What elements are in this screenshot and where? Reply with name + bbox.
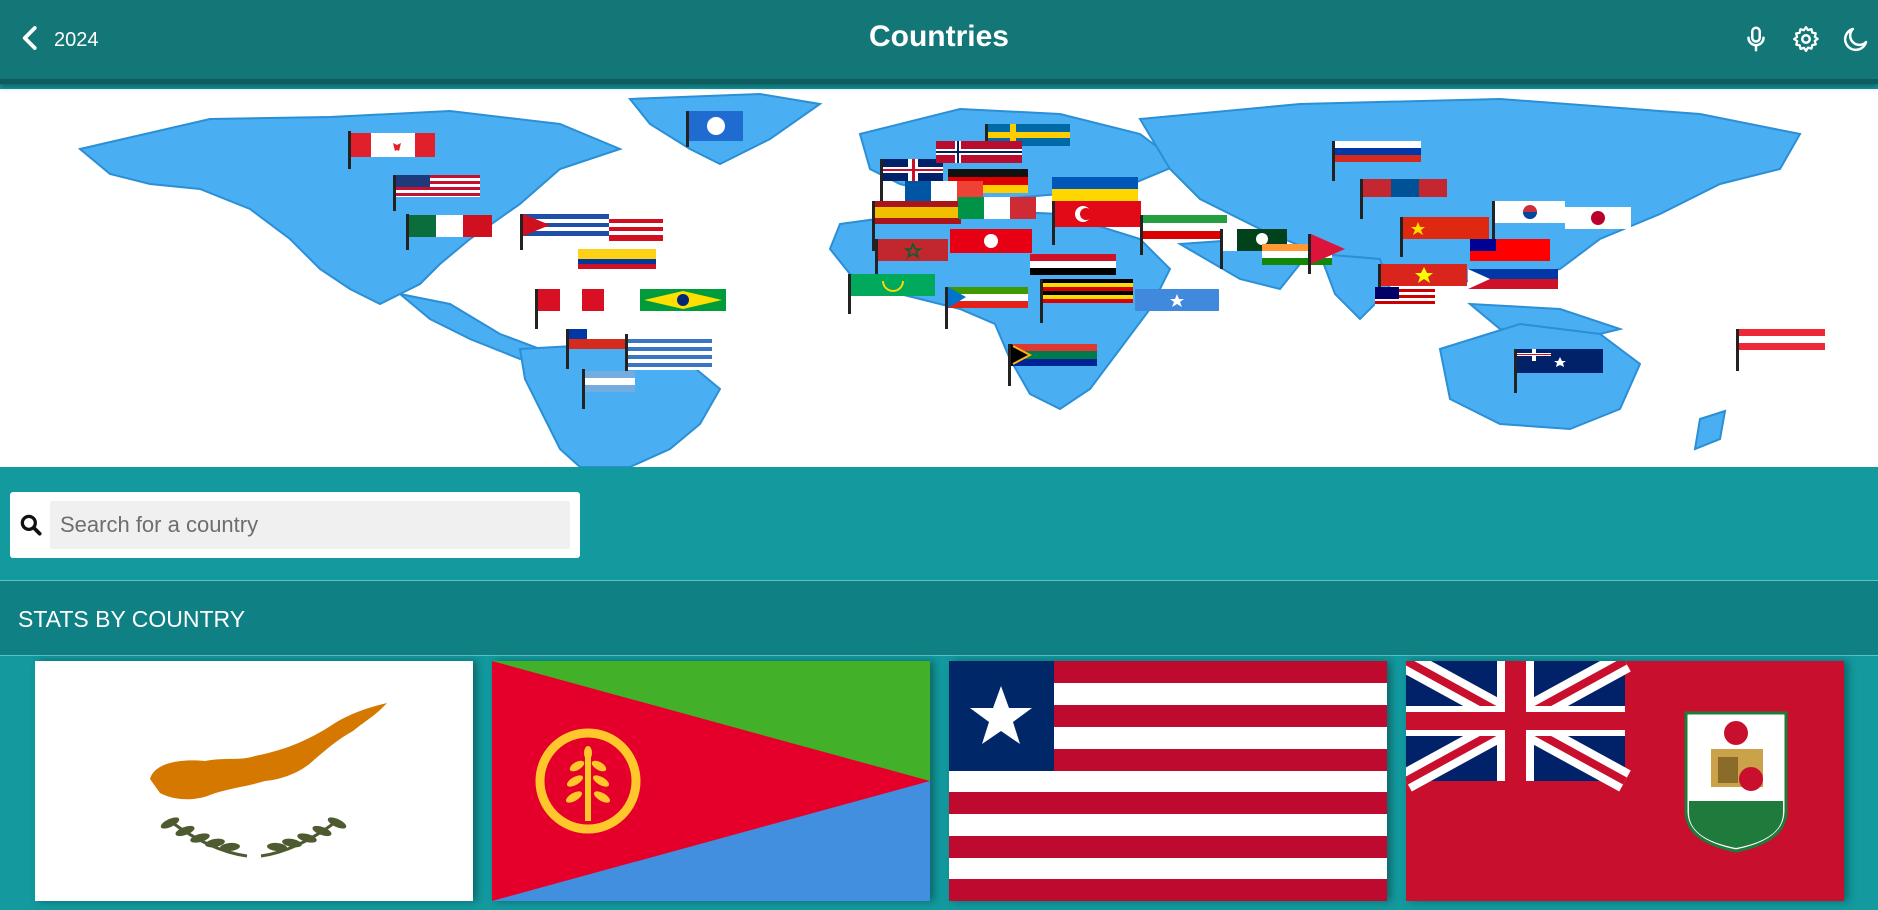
page-title: Countries [868, 20, 1009, 53]
gear-icon[interactable] [1791, 24, 1821, 54]
back-button[interactable]: 2024 [16, 22, 99, 58]
country-card-eritrea[interactable] [492, 661, 930, 901]
country-card-liberia[interactable] [949, 661, 1387, 901]
search-icon [18, 512, 44, 538]
app-header: 2024 Countries [0, 0, 1878, 84]
world-map-image [77, 92, 1825, 467]
microphone-icon[interactable] [1741, 24, 1771, 54]
world-map-banner [0, 89, 1878, 467]
chevron-left-icon [16, 23, 46, 58]
search-input[interactable] [50, 501, 570, 549]
cyprus-flag [35, 661, 473, 901]
liberia-flag [949, 661, 1387, 901]
section-header: STATS BY COUNTRY [0, 580, 1878, 656]
back-label: 2024 [54, 28, 99, 51]
moon-icon[interactable] [1841, 24, 1871, 54]
eritrea-flag [492, 661, 930, 901]
country-card-bermuda[interactable] [1406, 661, 1844, 901]
section-title: STATS BY COUNTRY [18, 606, 246, 632]
country-card-cyprus[interactable] [35, 661, 473, 901]
bermuda-flag [1406, 661, 1844, 901]
search-box [10, 492, 580, 558]
